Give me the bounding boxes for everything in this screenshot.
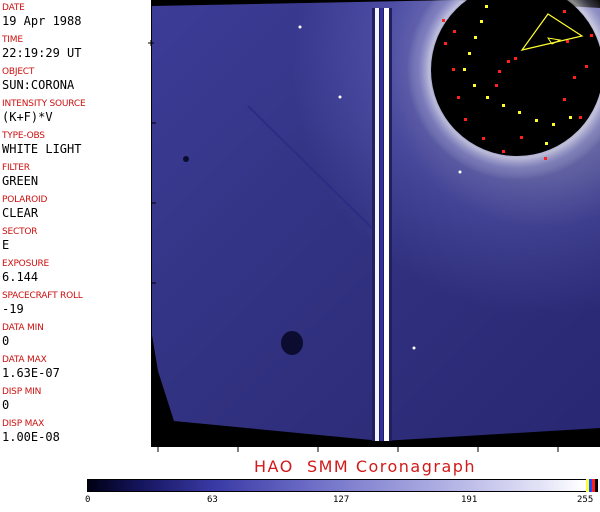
meta-value: E (2, 238, 10, 252)
colorbar-tick: 63 (207, 495, 218, 505)
meta-date: DATE 19 Apr 1988 (2, 3, 81, 28)
meta-label: INTENSITY SOURCE (2, 99, 86, 109)
meta-label: DATE (2, 3, 25, 13)
meta-value: (K+F)*V (2, 110, 53, 124)
meta-label: OBJECT (2, 67, 35, 77)
meta-label: DISP MIN (2, 387, 42, 397)
meta-value: CLEAR (2, 206, 39, 220)
meta-data-min: DATA MIN 0 (2, 323, 44, 348)
metadata-panel: DATE 19 Apr 1988 TIME 22:19:29 UT OBJECT… (0, 0, 152, 447)
meta-disp-min: DISP MIN 0 (2, 387, 41, 412)
meta-spacecraft-roll: SPACECRAFT ROLL -19 (2, 291, 83, 316)
meta-sector: SECTOR E (2, 227, 38, 252)
meta-value: 22:19:29 UT (2, 46, 82, 60)
meta-polaroid: POLAROID CLEAR (2, 195, 47, 220)
meta-data-max: DATA MAX 1.63E-07 (2, 355, 60, 380)
pylon-bright-left (375, 8, 379, 441)
instrument-title: HAO SMM Coronagraph (254, 457, 477, 476)
meta-value: 0 (2, 334, 10, 348)
colorbar-end-marks (586, 479, 598, 492)
dark-spot (281, 331, 303, 355)
meta-filter: FILTER GREEN (2, 163, 38, 188)
colorbar-tick: 191 (461, 495, 478, 505)
meta-value: 0 (2, 398, 10, 412)
coronagraph-image (152, 0, 600, 447)
star (298, 25, 302, 29)
pylon-gap (380, 8, 383, 441)
meta-value: 6.144 (2, 270, 39, 284)
meta-disp-max: DISP MAX 1.00E-08 (2, 419, 60, 444)
meta-label: DATA MAX (2, 355, 47, 365)
meta-value: SUN:CORONA (2, 78, 75, 92)
meta-value: GREEN (2, 174, 39, 188)
dark-dot (183, 156, 189, 162)
meta-intensity-source: INTENSITY SOURCE (K+F)*V (2, 99, 86, 124)
coronagraph-image-svg (152, 0, 600, 441)
bottom-ticks (157, 447, 559, 452)
star (412, 346, 416, 350)
star (458, 170, 462, 174)
meta-type-obs: TYPE-OBS WHITE LIGHT (2, 131, 81, 156)
meta-value: WHITE LIGHT (2, 142, 82, 156)
meta-label: SPACECRAFT ROLL (2, 291, 83, 301)
left-ticks (148, 40, 156, 364)
meta-value: 1.00E-08 (2, 430, 60, 444)
colorbar-tick: 127 (333, 495, 350, 505)
meta-label: EXPOSURE (2, 259, 50, 269)
star (338, 95, 342, 99)
meta-value: 19 Apr 1988 (2, 14, 82, 28)
colorbar-tick: 0 (85, 495, 91, 505)
meta-time: TIME 22:19:29 UT (2, 35, 81, 60)
meta-label: TIME (2, 35, 23, 45)
meta-value: -19 (2, 302, 24, 316)
meta-label: POLAROID (2, 195, 48, 205)
meta-label: TYPE-OBS (2, 131, 45, 141)
meta-label: FILTER (2, 163, 30, 173)
meta-label: DISP MAX (2, 419, 45, 429)
colorbar (87, 479, 598, 492)
meta-value: 1.63E-07 (2, 366, 60, 380)
meta-label: SECTOR (2, 227, 38, 237)
pylon-bright-right (384, 8, 389, 441)
meta-object: OBJECT SUN:CORONA (2, 67, 74, 92)
meta-exposure: EXPOSURE 6.144 (2, 259, 49, 284)
colorbar-tick: 255 (577, 495, 594, 505)
meta-label: DATA MIN (2, 323, 44, 333)
